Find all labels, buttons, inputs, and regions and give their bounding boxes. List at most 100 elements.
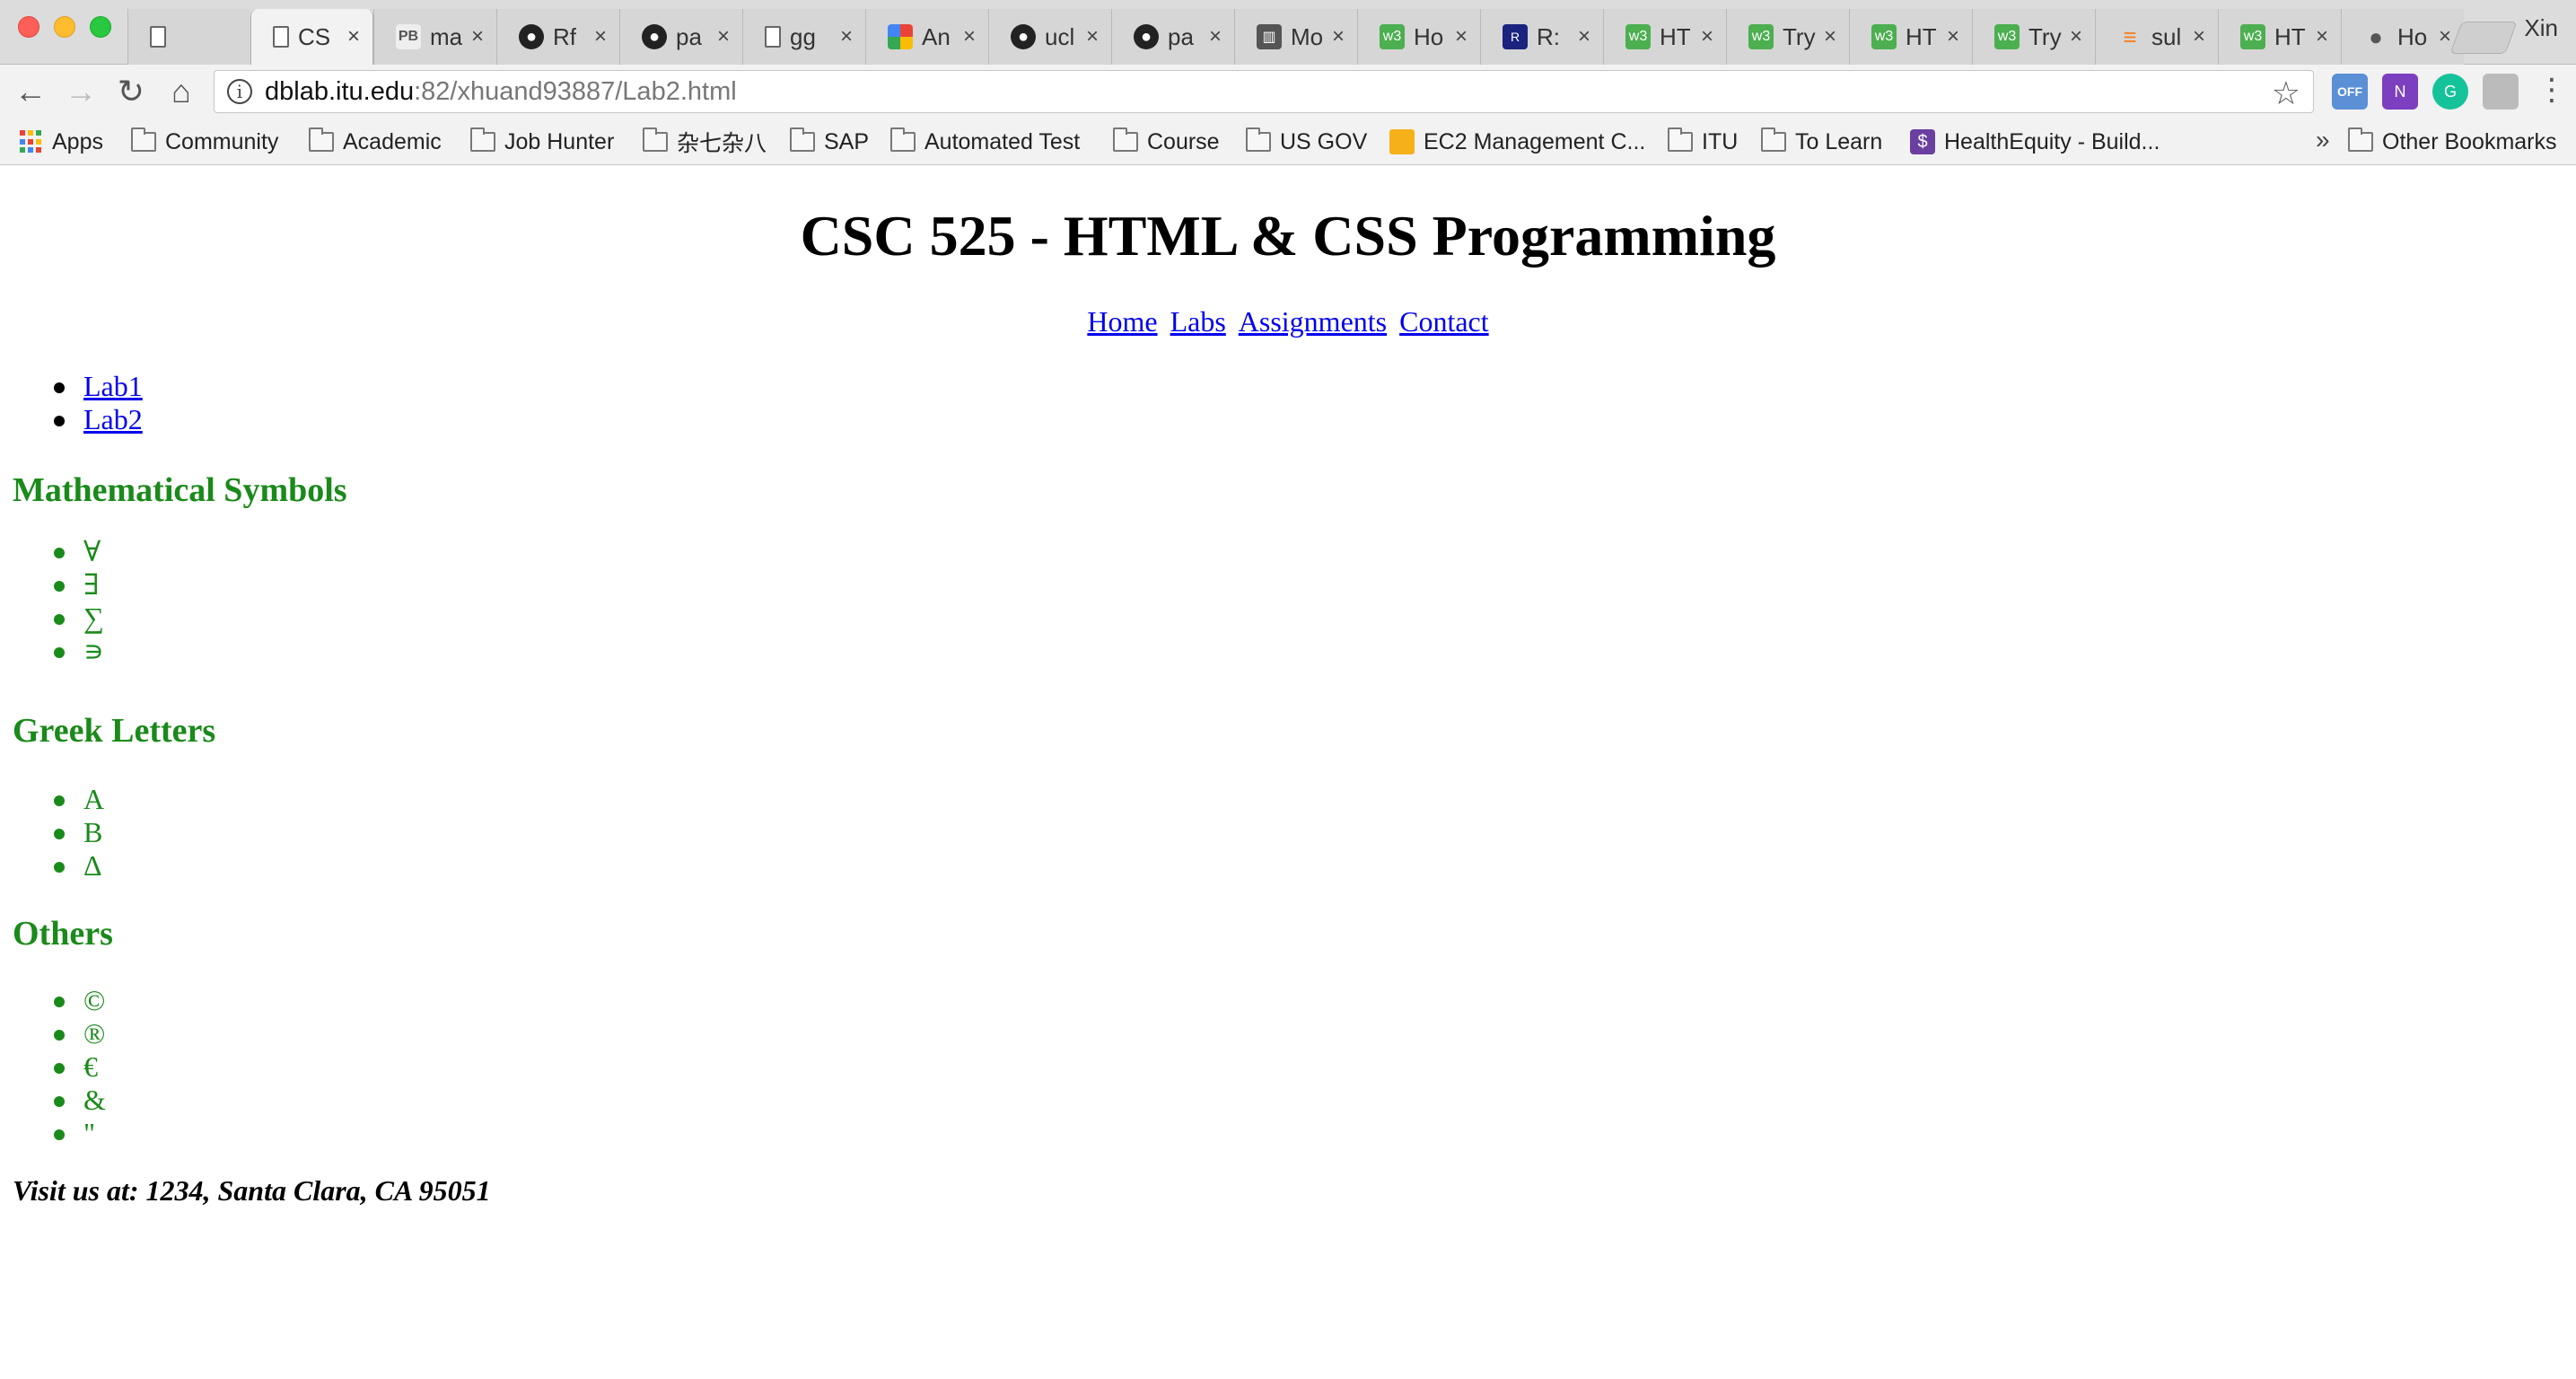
close-tab-icon[interactable]: ×	[1455, 24, 1468, 49]
bookmark-item[interactable]: SAP	[790, 127, 869, 156]
close-tab-icon[interactable]: ×	[963, 24, 976, 49]
github-icon: ●	[1011, 24, 1036, 49]
browser-tab[interactable]: ▥ Mo ×	[1234, 9, 1357, 65]
minimize-window-button[interactable]	[54, 16, 75, 38]
bookmark-item[interactable]: Community	[131, 127, 278, 156]
browser-toolbar: ← → ↻ ⌂ i dblab.itu.edu:82/xhuand93887/L…	[0, 65, 2576, 119]
browser-tab[interactable]: CS ×	[250, 9, 373, 65]
bookmark-star-icon[interactable]: ☆	[2272, 75, 2300, 112]
close-tab-icon[interactable]: ×	[2070, 24, 2082, 49]
browser-tab[interactable]: PB ma ×	[373, 9, 496, 65]
bookmark-item[interactable]: To Learn	[1761, 127, 1882, 156]
browser-menu-icon[interactable]: ⋮	[2537, 72, 2567, 108]
bookmark-item[interactable]: Course	[1113, 127, 1220, 156]
bookmark-item[interactable]: $ HealthEquity - Build...	[1910, 127, 2160, 156]
w3schools-icon: w3	[1625, 24, 1651, 49]
close-tab-icon[interactable]: ×	[1701, 24, 1713, 49]
close-tab-icon[interactable]: ×	[1086, 24, 1099, 49]
bookmarks-bar: » Other Bookmarks Apps Community Academic J…	[0, 119, 2576, 165]
close-tab-icon[interactable]: ×	[1947, 24, 1959, 49]
bookmark-item[interactable]: 杂七杂八	[643, 127, 767, 156]
close-tab-icon[interactable]: ×	[2439, 24, 2451, 49]
tab-title: Ho	[1414, 22, 1444, 50]
site-info-icon[interactable]: i	[227, 79, 252, 104]
bookmark-item[interactable]: ITU	[1668, 127, 1738, 156]
close-tab-icon[interactable]: ×	[1578, 24, 1590, 49]
tabs-container: CS × PB ma × ● Rf × ● pa × gg × An × ● ucl × ● pa × ▥ Mo × w3 Ho ×…	[127, 9, 2464, 65]
w3schools-icon: w3	[1871, 24, 1897, 49]
lab2-link[interactable]: Lab2	[83, 403, 143, 435]
close-tab-icon[interactable]: ×	[594, 24, 607, 49]
close-tab-icon[interactable]: ×	[2193, 24, 2205, 49]
address-bar[interactable]: i dblab.itu.edu:82/xhuand93887/Lab2.html…	[214, 70, 2314, 113]
home-icon[interactable]: ⌂	[162, 72, 201, 111]
folder-icon	[643, 127, 668, 152]
tab-title: Rf	[553, 22, 576, 50]
browser-tab[interactable]: An ×	[865, 9, 988, 65]
nav-assignments-link[interactable]: Assignments	[1239, 305, 1387, 338]
browser-tab[interactable]: ● pa ×	[1111, 9, 1234, 65]
bookmark-item[interactable]: Job Hunter	[470, 127, 614, 156]
close-tab-icon[interactable]: ×	[717, 24, 730, 49]
bookmark-item[interactable]: EC2 Management C...	[1389, 127, 1645, 156]
browser-tab[interactable]: w3 HT ×	[2218, 9, 2341, 65]
list-item: €	[0, 1050, 106, 1084]
close-window-button[interactable]	[18, 16, 39, 38]
close-tab-icon[interactable]: ×	[1332, 24, 1345, 49]
browser-tab[interactable]: w3 Try ×	[1972, 9, 2095, 65]
browser-tab[interactable]: ● Ho ×	[2341, 9, 2464, 65]
close-tab-icon[interactable]: ×	[471, 24, 484, 49]
extension-off-icon[interactable]: OFF	[2332, 74, 2368, 110]
bookmark-item[interactable]: Apps	[20, 127, 103, 156]
lab1-link[interactable]: Lab1	[83, 370, 143, 402]
browser-tab[interactable]: ● pa ×	[619, 9, 742, 65]
grammarly-icon[interactable]: G	[2432, 74, 2468, 110]
onenote-clipper-icon[interactable]: N	[2382, 74, 2418, 110]
close-tab-icon[interactable]: ×	[1824, 24, 1836, 49]
close-tab-icon[interactable]: ×	[1209, 24, 1222, 49]
w3schools-icon: w3	[1380, 24, 1405, 49]
zoom-window-button[interactable]	[90, 16, 111, 38]
bookmark-label: To Learn	[1795, 128, 1883, 154]
folder-icon	[790, 127, 815, 152]
nav-home-link[interactable]: Home	[1087, 305, 1157, 338]
book-icon: ▥	[1257, 24, 1282, 49]
bookmarks-overflow-chevron[interactable]: »	[2316, 126, 2330, 154]
reload-icon[interactable]: ↻	[111, 72, 151, 111]
close-tab-icon[interactable]: ×	[2316, 24, 2328, 49]
browser-tab[interactable]: w3 HT ×	[1849, 9, 1972, 65]
bookmark-label: Course	[1147, 128, 1220, 154]
browser-tab[interactable]: w3 Ho ×	[1357, 9, 1480, 65]
close-tab-icon[interactable]: ×	[347, 24, 360, 49]
browser-tab[interactable]: w3 HT ×	[1603, 9, 1726, 65]
github-icon: ●	[1134, 24, 1159, 49]
bookmark-other-bookmarks[interactable]: Other Bookmarks	[2348, 127, 2557, 156]
browser-tab[interactable]: R R: ×	[1480, 9, 1603, 65]
nav-labs-link[interactable]: Labs	[1170, 305, 1226, 338]
new-tab-button[interactable]	[2449, 22, 2518, 54]
forward-arrow-icon[interactable]: →	[61, 72, 101, 111]
nav-contact-link[interactable]: Contact	[1399, 305, 1489, 338]
math-symbols-list: ∀ ∃ ∑ ∍	[0, 535, 104, 668]
browser-tab[interactable]	[127, 9, 250, 65]
browser-tab[interactable]: w3 Try ×	[1726, 9, 1849, 65]
bookmark-item[interactable]: Academic	[309, 127, 442, 156]
folder-icon	[131, 127, 156, 152]
list-item: "	[0, 1117, 106, 1150]
extension-gray-icon[interactable]	[2483, 74, 2519, 110]
bookmark-item[interactable]: Automated Test	[890, 127, 1080, 156]
back-arrow-icon[interactable]: ←	[11, 72, 50, 111]
browser-tab[interactable]: ≡ sul ×	[2095, 9, 2218, 65]
close-tab-icon[interactable]: ×	[840, 24, 853, 49]
tab-title: R:	[1537, 22, 1560, 50]
folder-icon	[890, 127, 916, 152]
folder-icon	[1246, 127, 1271, 152]
w3schools-icon: w3	[2240, 24, 2265, 49]
browser-tab[interactable]: ● ucl ×	[988, 9, 1111, 65]
profile-button[interactable]: Xin	[2524, 14, 2558, 42]
browser-tab[interactable]: gg ×	[742, 9, 865, 65]
bookmark-label: US GOV	[1280, 128, 1368, 154]
browser-tab[interactable]: ● Rf ×	[496, 9, 619, 65]
bookmark-label: EC2 Management C...	[1424, 128, 1646, 154]
bookmark-item[interactable]: US GOV	[1246, 127, 1367, 156]
